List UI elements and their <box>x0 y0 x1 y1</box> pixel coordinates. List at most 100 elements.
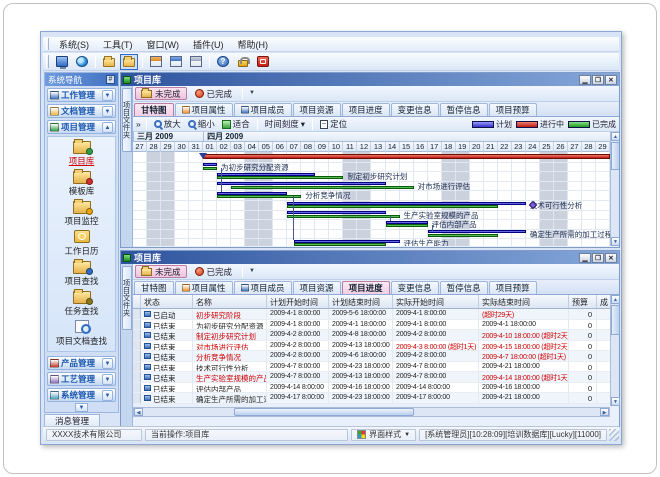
sidebar-section-0[interactable]: 工作管理▼ <box>47 88 116 102</box>
sidebar-section-2[interactable]: 项目管理▲ <box>47 120 116 134</box>
sidebar-item-1[interactable]: 模板库 <box>48 169 115 197</box>
filter-finished[interactable]: 已完成 <box>189 87 239 100</box>
scroll-right-arrow[interactable]: ▶ <box>600 408 609 416</box>
column-header-4[interactable]: 计划结束时间 <box>329 295 393 308</box>
filter-overflow-button[interactable]: ▼ <box>247 88 257 99</box>
toolbar-button-lock[interactable] <box>234 54 252 70</box>
table-row-1[interactable]: 已结束为初步研究分配资源2009-4-1 8:00:002009-4-1 18:… <box>133 320 610 331</box>
project-folder-side-tab[interactable]: 项目文件夹 <box>122 88 132 152</box>
project-progress-bar[interactable] <box>203 154 610 159</box>
scroll-up-arrow[interactable]: ▲ <box>611 295 620 304</box>
minimize-button[interactable]: ▁ <box>579 253 591 263</box>
task-done-bar-0[interactable] <box>203 167 217 170</box>
scroll-thumb[interactable] <box>611 305 620 335</box>
filter-unfinished[interactable]: 未完成 <box>135 87 187 100</box>
chevron-down-icon[interactable]: ▼ <box>102 106 113 117</box>
menu-item-2[interactable]: 窗口(W) <box>140 37 187 52</box>
progress-panel-titlebar[interactable]: 项目库▁❐✕ <box>121 251 619 264</box>
task-done-bar-5[interactable] <box>287 215 399 218</box>
scroll-down-arrow[interactable]: ▼ <box>611 397 620 406</box>
chevron-up-icon[interactable]: ▲ <box>102 122 113 133</box>
table-row-4[interactable]: 已结束分析竞争情况2009-4-2 8:00:002009-4-6 18:00:… <box>133 351 610 362</box>
table-row-8[interactable]: 已结束确定生产所需的加工过程2009-4-17 8:00:002009-4-23… <box>133 393 610 404</box>
column-header-3[interactable]: 计划开始时间 <box>267 295 329 308</box>
sidebar-item-4[interactable]: 项目查找 <box>48 259 115 287</box>
table-row-7[interactable]: 已结束评估内部产品2009-4-14 8:00:002009-4-16 18:0… <box>133 383 610 394</box>
close-button[interactable]: ✕ <box>605 75 617 85</box>
column-header-0[interactable] <box>133 295 141 308</box>
table-row-6[interactable]: 已结束生产实验室规模的产品2009-4-7 8:00:002009-4-13 1… <box>133 372 610 383</box>
chevron-down-icon[interactable]: ▼ <box>102 390 113 401</box>
minimize-button[interactable]: ▁ <box>579 75 591 85</box>
toolbar-button-mail[interactable] <box>167 54 185 70</box>
tab-5[interactable]: 变更信息 <box>391 281 439 294</box>
sidebar-pin-button[interactable]: # <box>106 75 115 84</box>
table-row-5[interactable]: 已结束技术可行性分析2009-4-7 8:00:002009-4-23 18:0… <box>133 362 610 373</box>
task-done-bar-8[interactable] <box>294 243 385 246</box>
scroll-up-arrow[interactable]: ▲ <box>611 132 619 141</box>
toolbar-button-exit[interactable] <box>254 54 272 70</box>
interface-style-button[interactable]: 界面样式 ▼ <box>351 429 416 441</box>
task-done-bar-7[interactable] <box>428 234 498 237</box>
resize-grip[interactable] <box>609 429 619 441</box>
tab-6[interactable]: 暂停信息 <box>440 103 488 116</box>
zoom-in-button[interactable]: 放大 <box>152 118 183 130</box>
tab-2[interactable]: 项目成员 <box>234 281 292 294</box>
toolbar-button-computer[interactable] <box>53 54 71 70</box>
table-row-3[interactable]: 已结束对市场进行评估2009-4-2 8:00:002009-4-13 18:0… <box>133 341 610 352</box>
locate-button[interactable]: 定位 <box>318 118 349 130</box>
table-horizontal-scrollbar[interactable]: ◀▶ <box>133 407 610 417</box>
sidebar-item-0[interactable]: 项目库 <box>48 139 115 167</box>
scroll-thumb[interactable] <box>234 408 414 416</box>
toolbar-button-folder-open[interactable] <box>120 54 138 70</box>
sidebar-section-4[interactable]: 工艺管理▼ <box>47 372 116 386</box>
task-done-bar-2[interactable] <box>231 186 413 189</box>
filter-overflow-button[interactable]: ▼ <box>247 266 257 277</box>
task-done-bar-4[interactable] <box>287 205 497 208</box>
sidebar-section-3[interactable]: 产品管理▼ <box>47 356 116 370</box>
filter-finished[interactable]: 已完成 <box>189 265 239 278</box>
menu-item-4[interactable]: 帮助(H) <box>231 37 276 52</box>
gantt-vertical-scrollbar[interactable]: ▲▼ <box>610 132 619 246</box>
tab-7[interactable]: 项目预算 <box>489 103 537 116</box>
restore-button[interactable]: ❐ <box>592 75 604 85</box>
column-header-6[interactable]: 实际结束时间 <box>479 295 569 308</box>
menu-item-1[interactable]: 工具(T) <box>96 37 140 52</box>
zoom-out-button[interactable]: 缩小 <box>186 118 217 130</box>
sidebar-item-2[interactable]: 项目监控 <box>48 199 115 227</box>
task-done-bar-3[interactable] <box>217 195 301 198</box>
chevron-down-icon[interactable]: ▼ <box>102 358 113 369</box>
scroll-thumb[interactable] <box>611 142 619 170</box>
sidebar-item-5[interactable]: 任务查找 <box>48 289 115 317</box>
project-folder-side-tab[interactable]: 项目文件夹 <box>122 266 132 330</box>
toolbar-button-report-mail[interactable] <box>147 54 165 70</box>
toolbar-button-folder-closed[interactable] <box>100 54 118 70</box>
task-done-bar-1[interactable] <box>217 176 343 179</box>
menubar-grip[interactable] <box>46 38 49 49</box>
gantt-panel-titlebar[interactable]: 项目库▁❐✕ <box>121 73 619 86</box>
chevron-down-icon[interactable]: ▼ <box>102 90 113 101</box>
tab-4[interactable]: 项目进度 <box>342 281 390 294</box>
tab-7[interactable]: 项目预算 <box>489 281 537 294</box>
sidebar-overflow-button[interactable]: ▼ <box>75 403 88 412</box>
toolbar-button-globe[interactable] <box>73 54 91 70</box>
tab-3[interactable]: 项目资源 <box>293 281 341 294</box>
sidebar-item-6[interactable]: 项目文档查找 <box>48 319 115 347</box>
tab-3[interactable]: 项目资源 <box>293 103 341 116</box>
toolbar-button-help[interactable]: ? <box>214 54 232 70</box>
tab-1[interactable]: 项目属性 <box>175 103 233 116</box>
menu-item-0[interactable]: 系统(S) <box>52 37 96 52</box>
scroll-left-arrow[interactable]: ◀ <box>134 408 143 416</box>
tab-1[interactable]: 项目属性 <box>175 281 233 294</box>
tab-2[interactable]: 项目成员 <box>234 103 292 116</box>
task-done-bar-6[interactable] <box>386 224 428 227</box>
column-header-5[interactable]: 实际开始时间 <box>393 295 479 308</box>
menu-item-3[interactable]: 插件(U) <box>186 37 231 52</box>
time-scale-dropdown[interactable]: 时间刻度▾ <box>263 118 307 130</box>
fit-button[interactable]: 适合 <box>220 118 252 130</box>
toolbar-button-notes-mail[interactable] <box>187 54 205 70</box>
filter-unfinished[interactable]: 未完成 <box>135 265 187 278</box>
tab-0[interactable]: 甘特图 <box>134 281 174 294</box>
tab-0[interactable]: 甘特图 <box>134 103 174 116</box>
tab-4[interactable]: 项目进度 <box>342 103 390 116</box>
